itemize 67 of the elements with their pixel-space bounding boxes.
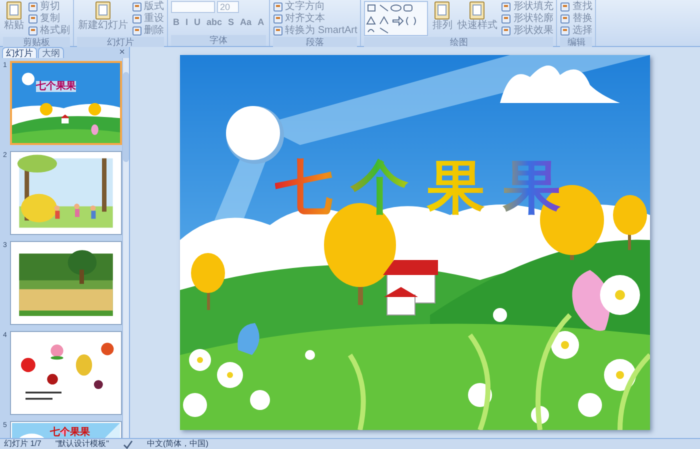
ribbon-button[interactable]: 版式 <box>132 1 164 13</box>
document-icon <box>433 1 452 20</box>
ribbon-button[interactable]: 新建幻灯片 <box>77 1 129 31</box>
status-text: 幻灯片 1/7 <box>4 439 42 449</box>
ribbon-button[interactable]: 文字方向 <box>273 1 358 13</box>
close-button[interactable]: × <box>119 47 127 58</box>
ribbon-button[interactable]: 形状效果 <box>501 25 554 37</box>
ribbon-button[interactable]: 查找 <box>560 1 592 13</box>
ribbon-button[interactable]: 对齐文本 <box>273 13 358 25</box>
document-icon <box>5 1 23 20</box>
ribbon-button[interactable]: 剪切 <box>28 1 70 13</box>
panel-tab[interactable]: 幻灯片 <box>2 47 37 58</box>
font-name-field[interactable] <box>171 1 215 13</box>
slide-thumbnail[interactable]: 七个果果 <box>10 421 122 438</box>
document-icon <box>501 26 512 36</box>
ribbon-button[interactable]: 选择 <box>560 25 592 37</box>
format-button[interactable]: I <box>184 16 190 28</box>
group-label: 绘图 <box>364 37 554 48</box>
group-label: 段落 <box>273 37 358 48</box>
ribbon-button[interactable]: 形状填充 <box>501 1 554 13</box>
check-icon <box>123 440 134 448</box>
document-icon <box>273 14 284 24</box>
document-icon <box>28 14 38 24</box>
document-icon <box>501 2 512 12</box>
format-button[interactable]: S <box>226 16 236 28</box>
group-label: 字体 <box>171 35 266 46</box>
ribbon-button[interactable]: 排列 <box>431 1 454 31</box>
document-icon <box>28 2 38 12</box>
document-icon <box>560 26 570 36</box>
group-label: 剪贴板 <box>3 37 70 48</box>
ribbon-button[interactable]: 复制 <box>28 13 70 25</box>
thumbnail-title: 七个果果 <box>50 427 90 438</box>
format-button[interactable]: A <box>256 16 266 28</box>
panel-tab[interactable]: 大纲 <box>38 47 64 58</box>
scrollbar[interactable] <box>122 58 129 438</box>
document-icon <box>501 14 512 24</box>
thumbnail-title: 七个果果 <box>36 81 76 92</box>
ribbon-button[interactable]: 格式刷 <box>28 25 70 37</box>
document-icon <box>560 2 570 12</box>
document-icon <box>468 1 486 20</box>
document-icon <box>273 2 284 12</box>
shapes-gallery-icon <box>364 1 428 36</box>
ribbon-button[interactable]: 形状轮廓 <box>501 13 554 25</box>
document-icon <box>28 26 38 36</box>
document-icon <box>132 14 142 24</box>
ribbon-button[interactable]: 粘贴 <box>3 1 25 31</box>
document-icon <box>273 26 284 36</box>
ribbon-button[interactable]: 替换 <box>560 13 592 25</box>
group-label: 幻灯片 <box>77 37 164 48</box>
document-icon <box>132 26 142 36</box>
font-size-field[interactable]: 20 <box>217 1 239 13</box>
document-icon <box>132 2 142 12</box>
slide-thumbnail[interactable]: 七个果果 <box>10 61 122 145</box>
ribbon-button[interactable]: 删除 <box>132 25 164 37</box>
group-label: 编辑 <box>560 37 592 48</box>
format-button[interactable]: abc <box>204 16 224 28</box>
status-text: "默认设计模板" <box>55 439 110 449</box>
format-button[interactable]: U <box>192 16 203 28</box>
document-icon <box>94 1 112 20</box>
ribbon-button[interactable]: 重设 <box>132 13 164 25</box>
ribbon-button[interactable]: 转换为 SmartArt <box>273 25 358 37</box>
ribbon-button[interactable]: 快速样式 <box>456 1 498 31</box>
document-icon <box>560 14 570 24</box>
format-button[interactable]: Aa <box>238 16 254 28</box>
format-button[interactable]: B <box>171 16 182 28</box>
status-text: 中文(简体，中国) <box>147 439 208 449</box>
scroll-thumb[interactable] <box>123 72 129 162</box>
